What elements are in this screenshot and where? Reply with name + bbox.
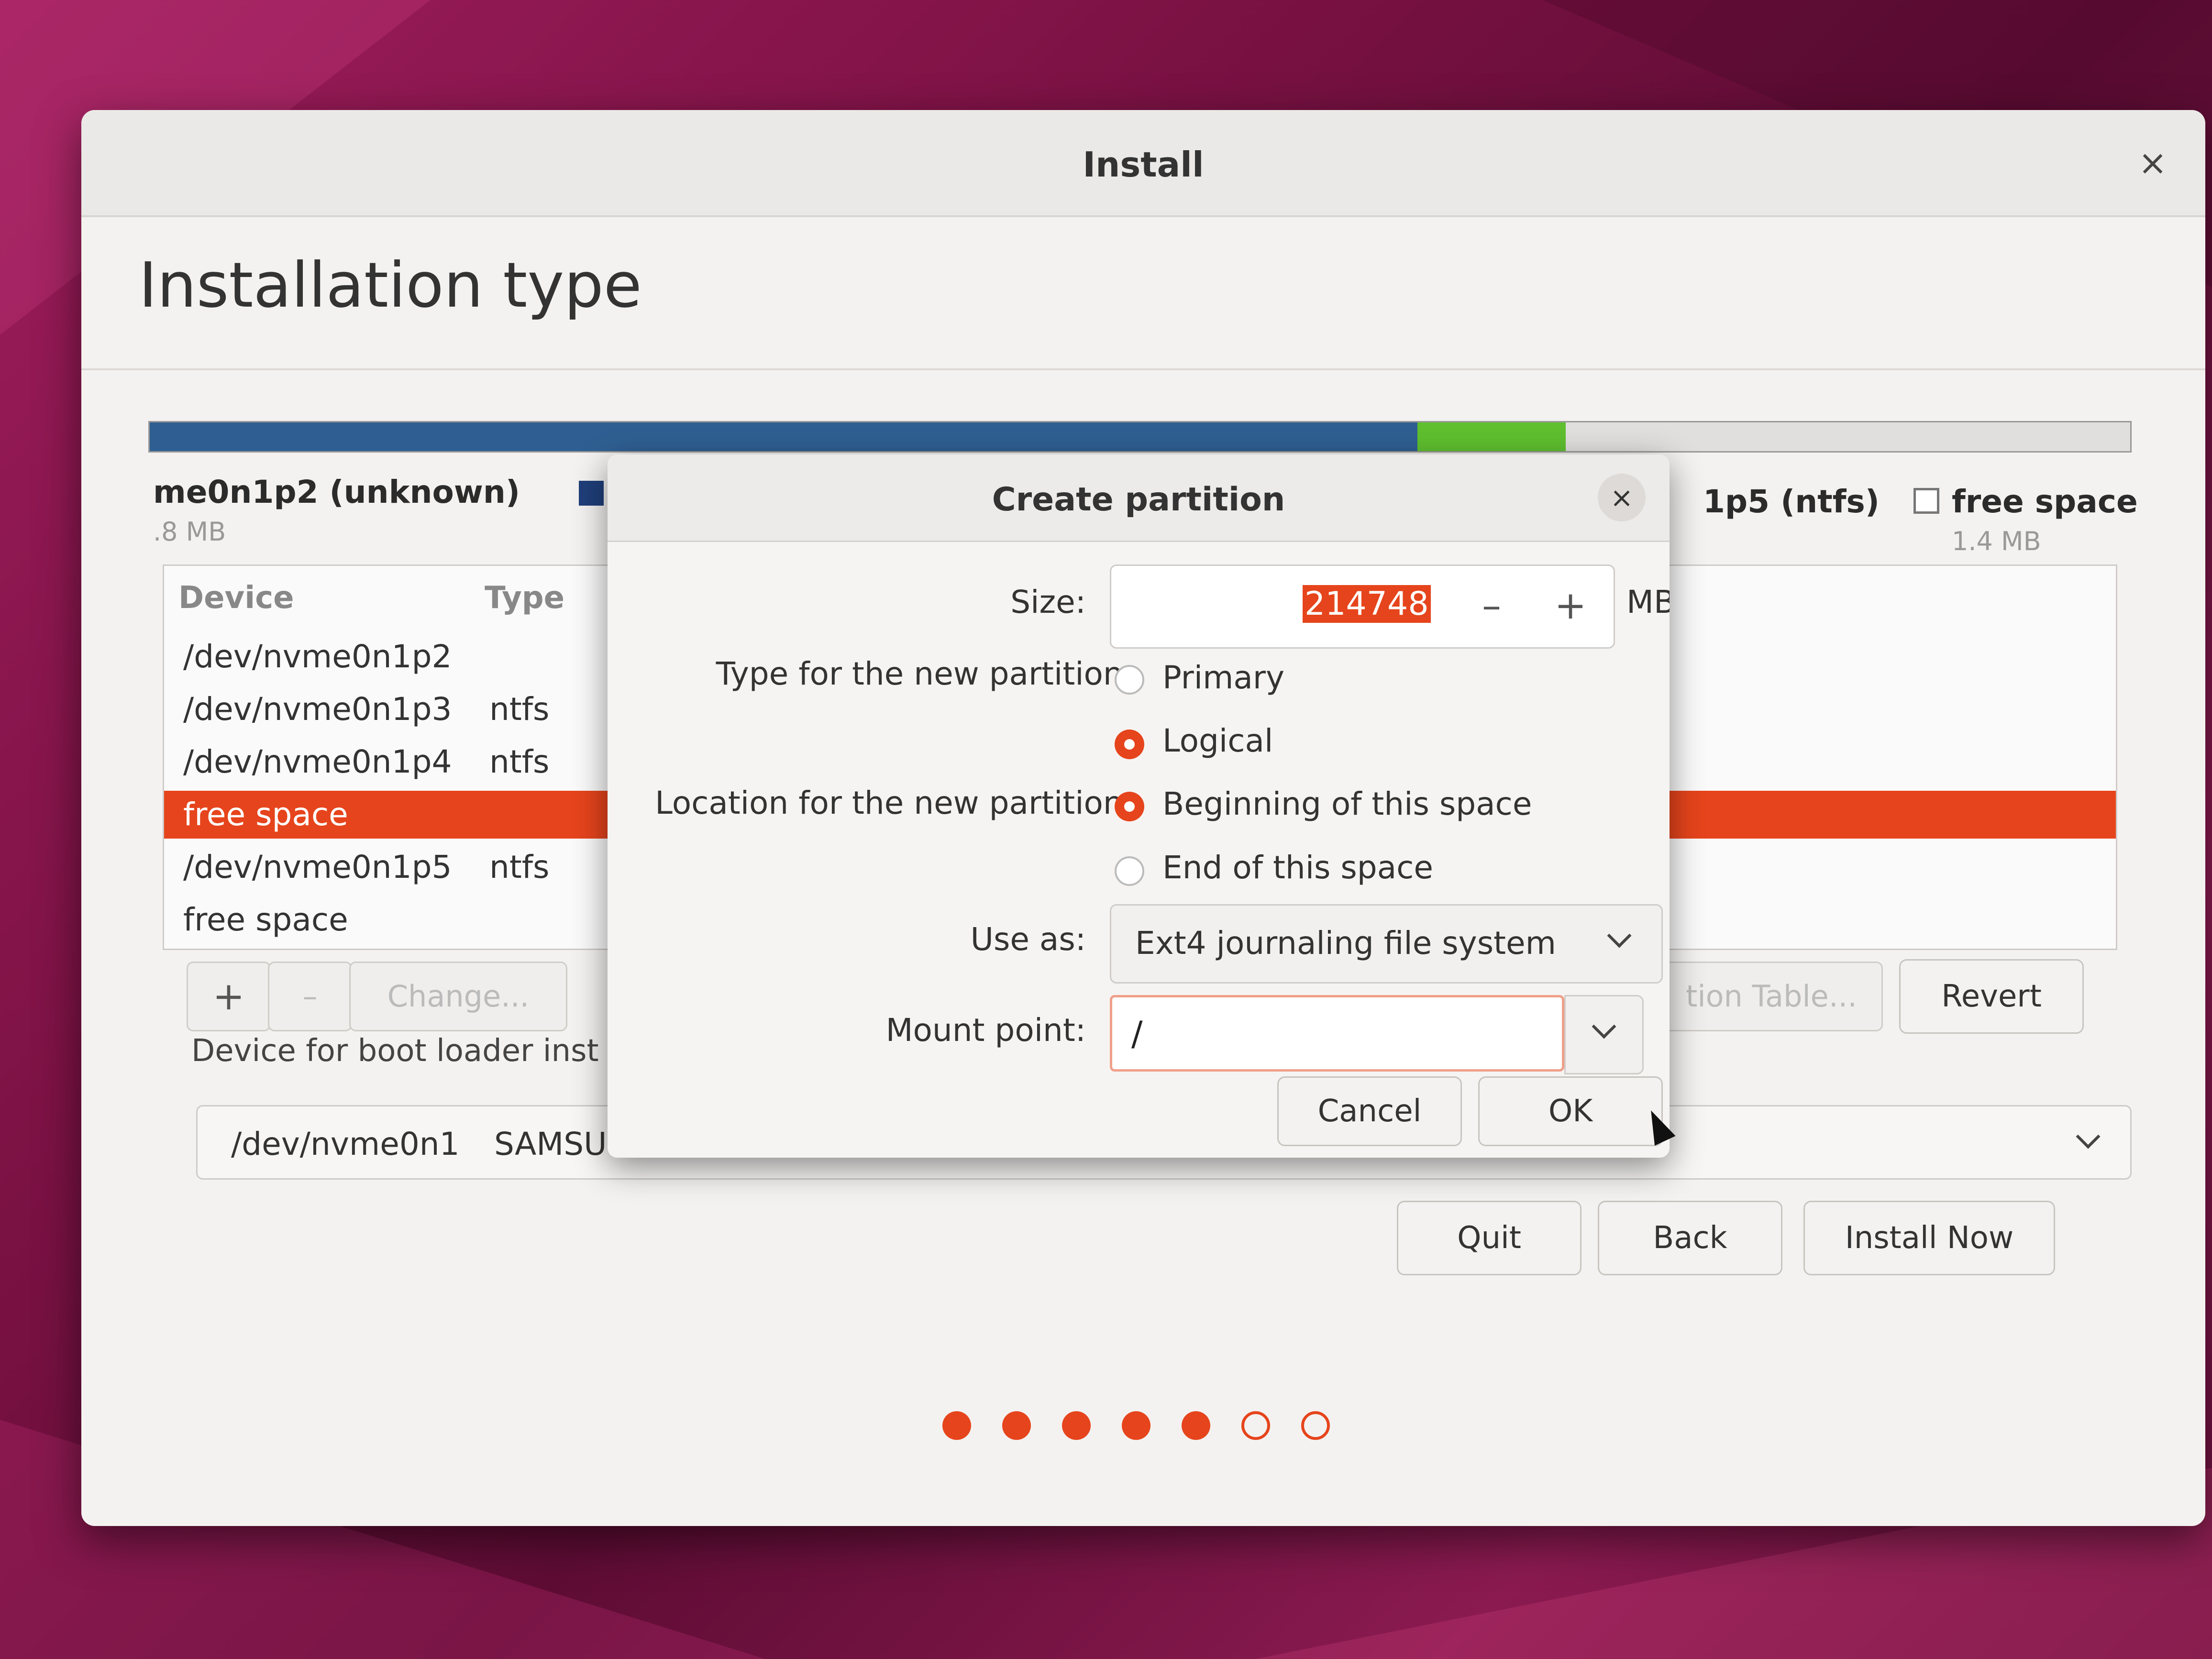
bootloader-model: SAMSU (494, 1126, 607, 1162)
progress-dot-filled (1122, 1411, 1150, 1440)
radio-logical[interactable] (1115, 730, 1144, 759)
row-type: ntfs (489, 849, 550, 885)
progress-dot-filled (1062, 1411, 1091, 1440)
chevron-down-icon (1592, 1014, 1616, 1039)
row-device: /dev/nvme0n1p4 (183, 743, 452, 780)
divider (81, 368, 2205, 370)
partition-bar-segment (150, 422, 1417, 451)
partition-bar-segment (1566, 422, 2130, 451)
revert-button[interactable]: Revert (1899, 959, 2084, 1034)
install-now-button[interactable]: Install Now (1803, 1201, 2055, 1275)
row-device: /dev/nvme0n1p5 (183, 849, 452, 885)
radio-end-label[interactable]: End of this space (1162, 849, 1433, 886)
size-label: Size: (1010, 584, 1086, 620)
partition-location-label: Location for the new partition: (655, 785, 1134, 821)
progress-dot-filled (1182, 1411, 1210, 1440)
progress-dot-filled (1002, 1411, 1031, 1440)
radio-primary-label[interactable]: Primary (1162, 659, 1284, 696)
cancel-button[interactable]: Cancel (1277, 1076, 1462, 1146)
window-title: Install (1083, 144, 1204, 185)
row-device: /dev/nvme0n1p2 (183, 638, 452, 675)
use-as-label: Use as: (970, 921, 1086, 958)
change-partition-button[interactable]: Change... (349, 962, 567, 1031)
radio-beginning-label[interactable]: Beginning of this space (1162, 785, 1532, 822)
row-type: ntfs (489, 691, 550, 728)
quit-button[interactable]: Quit (1397, 1201, 1582, 1275)
partition-type-label: Type for the new partition: (716, 655, 1134, 692)
legend-free-space: free space (1952, 483, 2138, 520)
back-button[interactable]: Back (1598, 1201, 1782, 1275)
remove-partition-button[interactable]: – (268, 962, 352, 1031)
close-icon[interactable]: × (2129, 139, 2177, 187)
legend-swatch-free (1913, 488, 1939, 514)
column-header-device[interactable]: Device (178, 580, 294, 616)
dialog-title: Create partition (992, 481, 1285, 519)
legend-free-size: 1.4 MB (1952, 526, 2041, 556)
progress-dot-empty (1241, 1411, 1270, 1440)
chevron-down-icon (1607, 923, 1632, 948)
use-as-select[interactable]: Ext4 journaling file system (1110, 904, 1663, 984)
add-partition-button[interactable]: + (187, 962, 271, 1031)
progress-dot-filled (942, 1411, 971, 1440)
legend-partition-size: .8 MB (153, 517, 226, 547)
size-input[interactable]: 214748 – + (1110, 564, 1615, 649)
legend-partition-name: me0n1p2 (unknown) (153, 474, 520, 510)
row-device: /dev/nvme0n1p3 (183, 691, 452, 728)
bootloader-label: Device for boot loader inst (191, 1033, 599, 1069)
close-icon[interactable]: × (1598, 474, 1646, 521)
column-header-type[interactable]: Type (485, 580, 564, 616)
page-title: Installation type (139, 249, 642, 321)
size-unit: MB (1626, 584, 1670, 620)
dialog-titlebar: Create partition × (608, 454, 1670, 542)
legend-partition-name-right: 1p5 (ntfs) (1703, 483, 1880, 520)
mount-point-value: / (1131, 1014, 1143, 1053)
partition-bar-segment (1417, 422, 1566, 451)
mount-point-dropdown-button[interactable] (1564, 995, 1644, 1074)
partition-bar (148, 421, 2132, 453)
new-partition-table-button[interactable]: tion Table... (1660, 962, 1883, 1031)
mount-point-label: Mount point: (885, 1012, 1086, 1049)
radio-logical-label[interactable]: Logical (1162, 722, 1273, 759)
window-titlebar: Install × (81, 110, 2205, 217)
legend-swatch (579, 481, 604, 506)
create-partition-dialog: Create partition × Size: 214748 – + MB T… (608, 454, 1670, 1158)
ok-button[interactable]: OK (1478, 1076, 1663, 1146)
size-value: 214748 (1303, 585, 1431, 623)
increase-size-button[interactable]: + (1544, 579, 1597, 632)
mount-point-input[interactable]: / (1110, 995, 1564, 1072)
radio-end[interactable] (1115, 856, 1144, 886)
radio-beginning[interactable] (1115, 792, 1144, 821)
row-type: ntfs (489, 743, 550, 780)
decrease-size-button[interactable]: – (1465, 579, 1518, 632)
row-device: free space (183, 901, 348, 938)
use-as-value: Ext4 journaling file system (1135, 925, 1556, 962)
chevron-down-icon (2076, 1124, 2101, 1149)
radio-primary[interactable] (1115, 665, 1144, 695)
bootloader-device: /dev/nvme0n1 (231, 1126, 460, 1162)
progress-dot-empty (1301, 1411, 1330, 1440)
row-device: free space (183, 796, 348, 833)
